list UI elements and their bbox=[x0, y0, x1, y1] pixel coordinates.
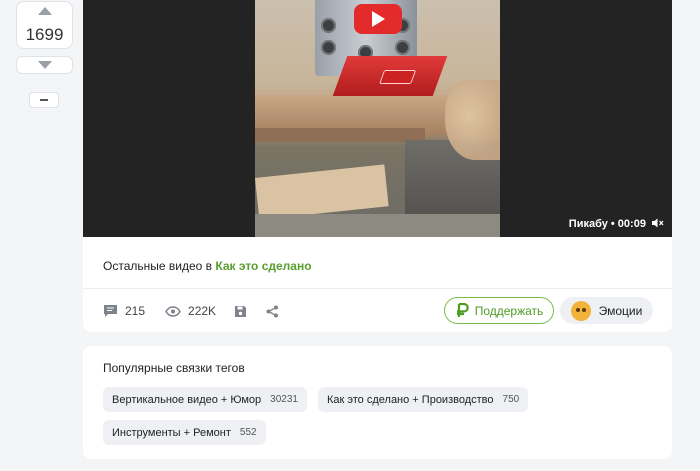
video-source-duration: Пикабу • 00:09 bbox=[568, 218, 646, 230]
ruble-icon bbox=[456, 303, 469, 317]
video-frame bbox=[255, 0, 500, 237]
tag-label: Как это сделано + Производство bbox=[327, 393, 494, 406]
save-icon bbox=[235, 305, 247, 317]
tag-label: Вертикальное видео + Юмор bbox=[112, 393, 262, 406]
comment-icon bbox=[104, 305, 117, 317]
share-button[interactable] bbox=[266, 305, 279, 318]
other-videos-line: Остальные видео в Как это сделано bbox=[103, 259, 312, 273]
video-player[interactable]: Пикабу • 00:09 bbox=[83, 0, 672, 237]
tag-chip[interactable]: Вертикальное видео + Юмор 30231 bbox=[103, 387, 307, 412]
emoji-icon bbox=[570, 300, 591, 321]
comments-button[interactable]: 215 bbox=[103, 304, 145, 318]
support-button[interactable]: Поддержать bbox=[444, 297, 554, 324]
post-card: Пикабу • 00:09 Остальные видео в Как это… bbox=[83, 0, 672, 332]
divider bbox=[83, 288, 672, 289]
tags-card: Популярные связки тегов Вертикальное вид… bbox=[83, 346, 672, 459]
tag-chip[interactable]: Инструменты + Ремонт 552 bbox=[103, 420, 266, 445]
views-count: 222K bbox=[188, 304, 217, 318]
other-videos-prefix: Остальные видео в bbox=[103, 259, 213, 273]
hand bbox=[445, 80, 500, 160]
tag-chip[interactable]: Как это сделано + Производство 750 bbox=[318, 387, 529, 412]
collapse-post-button[interactable] bbox=[29, 92, 59, 108]
vote-count: 1699 bbox=[25, 25, 64, 44]
emotions-button[interactable]: Эмоции bbox=[560, 297, 653, 324]
post-actions: 215 222K bbox=[103, 301, 279, 321]
tag-label: Инструменты + Ремонт bbox=[112, 426, 231, 439]
community-link[interactable]: Как это сделано bbox=[215, 259, 311, 273]
comments-count: 215 bbox=[125, 304, 146, 318]
mute-icon[interactable] bbox=[652, 218, 664, 228]
save-button[interactable] bbox=[234, 305, 247, 318]
red-base bbox=[332, 56, 448, 96]
support-label: Поддержать bbox=[474, 303, 544, 318]
upvote-arrow-icon[interactable] bbox=[38, 7, 52, 15]
downvote-arrow-icon bbox=[38, 61, 52, 69]
play-icon[interactable] bbox=[354, 4, 402, 34]
share-icon bbox=[266, 305, 279, 317]
emotions-label: Эмоции bbox=[598, 303, 643, 318]
tag-count: 552 bbox=[239, 427, 257, 438]
eye-icon bbox=[165, 305, 181, 317]
tags-title: Популярные связки тегов bbox=[103, 361, 245, 375]
tag-count: 30231 bbox=[270, 394, 298, 405]
tag-count: 750 bbox=[502, 394, 520, 405]
views-counter: 222K bbox=[165, 304, 216, 318]
video-meta: Пикабу • 00:09 bbox=[569, 217, 664, 230]
downvote-button[interactable] bbox=[16, 56, 73, 74]
vote-box: 1699 bbox=[16, 1, 73, 49]
